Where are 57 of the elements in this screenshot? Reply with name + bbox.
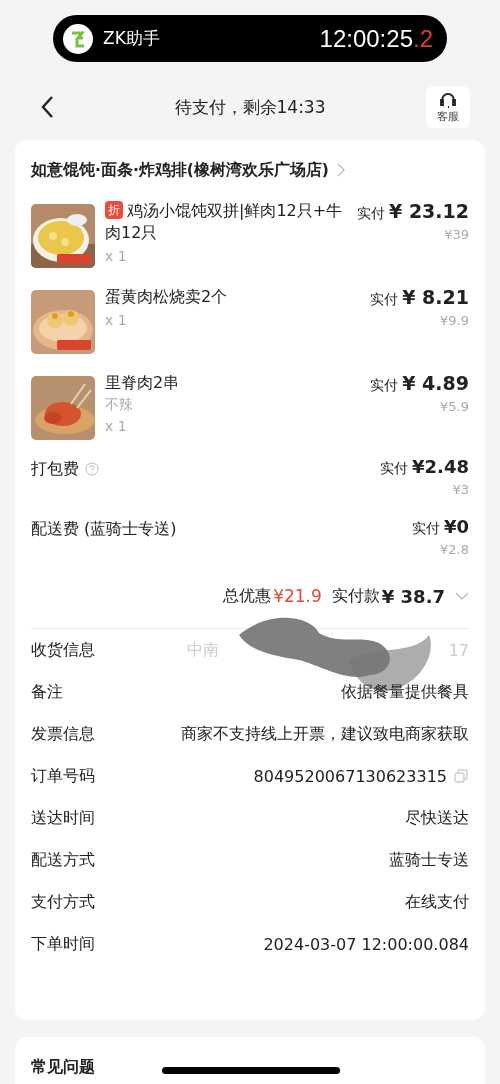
help-icon[interactable]	[85, 462, 99, 476]
paid-label: 实付	[380, 460, 409, 478]
chevron-right-icon	[336, 163, 345, 177]
item-quantity: x 1	[105, 312, 128, 328]
info-label: 备注	[31, 681, 63, 703]
info-value: 在线支付	[405, 891, 469, 913]
paid-price: ¥ 23.12	[389, 200, 469, 222]
original-price: ¥9.9	[439, 313, 469, 328]
info-value: 依据餐量提供餐具	[341, 681, 469, 703]
item-quantity: x 1	[105, 248, 128, 264]
faq-title: 常见问题	[31, 1057, 95, 1076]
copy-icon[interactable]	[453, 768, 469, 784]
item-spec: 不辣	[105, 396, 134, 414]
discount-label: 总优惠	[223, 585, 272, 607]
chevron-down-icon[interactable]	[455, 592, 469, 600]
paid-price: ¥2.48	[412, 456, 469, 477]
info-label: 送达时间	[31, 807, 95, 829]
clock-time: 12:00:25.2	[319, 24, 433, 53]
app-logo-icon	[63, 23, 93, 54]
info-label: 下单时间	[31, 933, 95, 955]
discount-amount: ¥21.9	[273, 586, 322, 606]
info-label: 订单号码	[31, 765, 95, 787]
total-amount: ¥ 38.7	[381, 585, 445, 607]
info-value: 商家不支持线上开票，建议致电商家获取	[181, 723, 469, 745]
paid-label: 实付	[411, 520, 440, 538]
paid-price: ¥0	[443, 516, 469, 537]
total-label: 实付款	[331, 585, 380, 607]
info-value: 2024-03-07 12:00:00.084	[263, 934, 469, 954]
info-value: 尽快送达	[405, 807, 469, 829]
paid-price: ¥ 4.89	[402, 372, 469, 394]
fee-label: 打包费	[31, 458, 79, 480]
original-price: ¥5.9	[439, 399, 469, 414]
original-price: ¥39	[443, 227, 469, 242]
item-quantity: x 1	[105, 418, 128, 434]
discount-tag: 折	[105, 201, 123, 219]
page-title: 待支付，剩余14:33	[173, 95, 327, 119]
paid-price: ¥ 8.21	[402, 286, 469, 308]
info-value: 蓝骑士专送	[389, 849, 469, 871]
app-name: ZK助手	[103, 27, 160, 50]
order-number: 8049520067130623315	[253, 766, 447, 786]
info-label: 收货信息	[31, 639, 95, 661]
store-name-link[interactable]: 如意馄饨·面条·炸鸡排(橡树湾欢乐广场店)	[31, 150, 469, 190]
item-name: 蛋黄肉松烧卖2个	[105, 286, 229, 308]
paid-label: 实付	[370, 291, 399, 309]
customer-service-button[interactable]: 客服	[426, 86, 470, 128]
info-label: 配送方式	[31, 849, 95, 871]
item-name: 里脊肉2串	[105, 372, 181, 394]
info-label: 发票信息	[31, 723, 95, 745]
paid-label: 实付	[357, 205, 386, 223]
back-icon[interactable]	[40, 95, 54, 119]
original-price: ¥2.8	[439, 542, 469, 557]
paid-label: 实付	[370, 377, 399, 395]
original-price: ¥3	[451, 482, 469, 497]
info-label: 支付方式	[31, 891, 95, 913]
fee-label: 配送费 (蓝骑士专送)	[31, 518, 177, 540]
item-name: 折 鸡汤小馄饨双拼|鲜肉12只+牛肉12只	[105, 200, 344, 244]
headset-icon	[438, 90, 458, 109]
